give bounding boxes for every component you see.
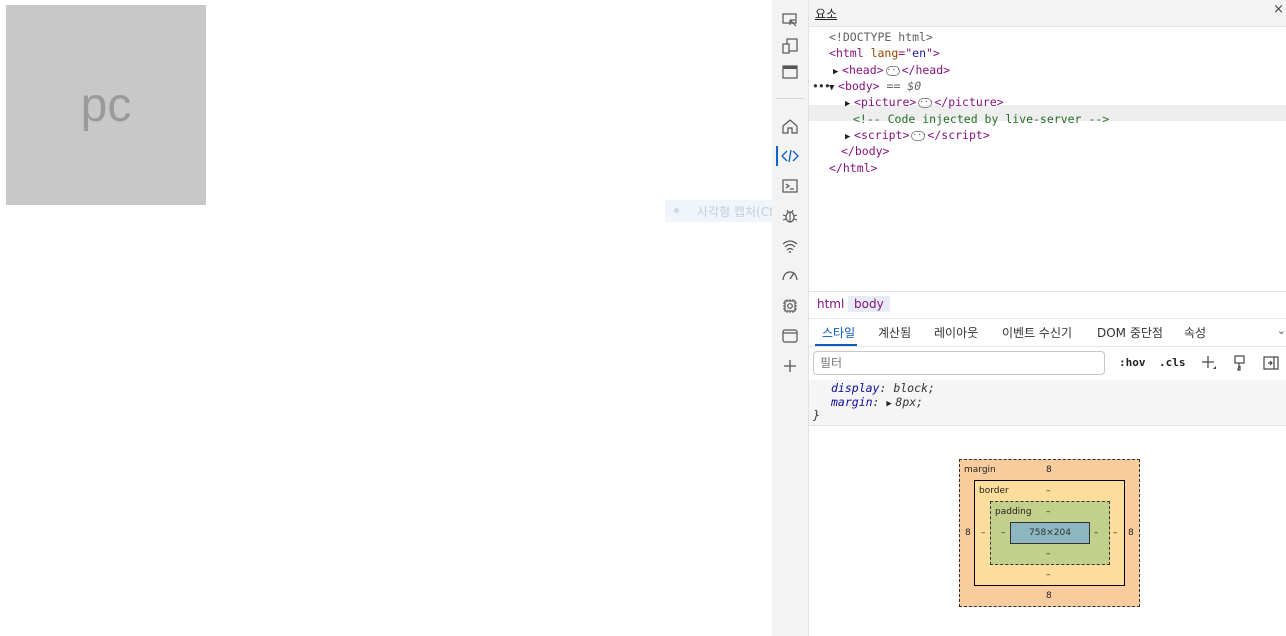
margin-right-value[interactable]: 8 bbox=[1128, 528, 1134, 538]
activity-separator bbox=[776, 98, 804, 99]
row-menu-ellipsis[interactable]: ••• bbox=[812, 78, 831, 94]
padding-bottom-value[interactable]: – bbox=[1046, 549, 1051, 559]
style-declaration-margin[interactable]: margin: ▶ 8px; bbox=[831, 394, 923, 410]
tab-styles[interactable]: 스타일 bbox=[822, 324, 855, 341]
tab-properties[interactable]: 속성 bbox=[1184, 324, 1206, 341]
elements-icon[interactable] bbox=[780, 146, 800, 166]
border-right-value[interactable]: – bbox=[1113, 528, 1118, 538]
body-node[interactable]: ▼ <body> == $0 bbox=[829, 78, 921, 94]
padding-right-value[interactable]: – bbox=[1094, 528, 1099, 538]
expand-triangle-icon[interactable]: ▶ bbox=[845, 96, 854, 112]
close-icon[interactable]: × bbox=[1273, 2, 1284, 17]
head-node[interactable]: ▶ <head> ···</head> bbox=[833, 62, 950, 78]
panel-title[interactable]: 요소 bbox=[815, 5, 837, 22]
paint-brush-icon[interactable] bbox=[1231, 354, 1249, 372]
margin-label: margin bbox=[964, 465, 996, 475]
console-icon[interactable] bbox=[780, 176, 800, 196]
styles-pane: display: block; margin: ▶ 8px; } bbox=[809, 380, 1286, 426]
margin-top-value[interactable]: 8 bbox=[1046, 465, 1052, 475]
rule-closing-brace: } bbox=[813, 408, 820, 422]
breadcrumb: html body bbox=[809, 291, 1286, 319]
margin-bottom-value[interactable]: 8 bbox=[1046, 591, 1052, 601]
breadcrumb-html[interactable]: html bbox=[811, 296, 850, 312]
inspect-icon[interactable] bbox=[780, 10, 800, 30]
filter-input[interactable] bbox=[813, 351, 1105, 375]
border-bottom-value[interactable]: – bbox=[1046, 570, 1051, 580]
collapsed-ellipsis-icon[interactable]: ··· bbox=[911, 130, 927, 141]
more-tools-icon[interactable] bbox=[780, 356, 800, 376]
performance-icon[interactable] bbox=[780, 266, 800, 286]
toggle-panel-icon[interactable] bbox=[780, 62, 800, 82]
pc-label: pc bbox=[80, 78, 132, 132]
tab-computed[interactable]: 계산됨 bbox=[878, 324, 911, 341]
border-left-value[interactable]: – bbox=[981, 528, 986, 538]
comment-node[interactable]: <!-- Code injected by live-server --> bbox=[853, 111, 1109, 127]
collapse-triangle-icon[interactable]: ▼ bbox=[829, 80, 838, 96]
margin-left-value[interactable]: 8 bbox=[965, 528, 971, 538]
picture-node[interactable]: ▶ <picture> ···</picture> bbox=[845, 94, 1004, 110]
snip-dot bbox=[674, 208, 679, 213]
styles-toolbar: :hov .cls bbox=[809, 346, 1286, 380]
html-open-node[interactable]: <html lang="en"> bbox=[829, 45, 940, 61]
network-wifi-icon[interactable] bbox=[780, 236, 800, 256]
padding-top-value[interactable]: – bbox=[1046, 507, 1051, 517]
device-emulation-icon[interactable] bbox=[780, 36, 800, 56]
sources-bug-icon[interactable] bbox=[780, 206, 800, 226]
new-style-rule-icon[interactable] bbox=[1200, 354, 1218, 372]
styles-tab-bar: 스타일 계산됨 레이아웃 이벤트 수신기 DOM 중단점 속성 ⌄ bbox=[809, 318, 1286, 347]
body-close-node[interactable]: </body> bbox=[841, 143, 889, 159]
pc-placeholder-image: pc bbox=[6, 5, 206, 205]
padding-left-value[interactable]: – bbox=[1001, 528, 1006, 538]
active-indicator bbox=[776, 146, 778, 166]
border-label: border bbox=[979, 486, 1009, 496]
doctype-node[interactable]: <!DOCTYPE html> bbox=[829, 29, 933, 45]
hov-button[interactable]: :hov bbox=[1119, 356, 1146, 369]
collapsed-ellipsis-icon[interactable]: ··· bbox=[918, 97, 934, 108]
breadcrumb-body[interactable]: body bbox=[848, 296, 890, 312]
tab-event-listeners[interactable]: 이벤트 수신기 bbox=[1002, 324, 1072, 341]
border-top-value[interactable]: – bbox=[1046, 486, 1051, 496]
tab-layout[interactable]: 레이아웃 bbox=[934, 324, 978, 341]
script-node[interactable]: ▶ <script> ···</script> bbox=[845, 127, 990, 143]
panel-header: 요소 × bbox=[809, 0, 1286, 27]
toggle-sidebar-icon[interactable] bbox=[1262, 354, 1280, 372]
collapsed-ellipsis-icon[interactable]: ··· bbox=[885, 65, 901, 76]
box-model-content[interactable]: 758×204 bbox=[1010, 522, 1090, 544]
application-icon[interactable] bbox=[780, 326, 800, 346]
html-close-node[interactable]: </html> bbox=[829, 160, 877, 176]
padding-label: padding bbox=[995, 507, 1032, 517]
welcome-home-icon[interactable] bbox=[780, 116, 800, 136]
chevron-down-icon[interactable]: ⌄ bbox=[1277, 324, 1286, 337]
dom-tree: <!DOCTYPE html> <html lang="en"> ▶ <head>… bbox=[809, 27, 1286, 291]
cls-button[interactable]: .cls bbox=[1159, 356, 1186, 369]
devtools-activity-bar bbox=[772, 0, 809, 636]
tab-dom-breakpoints[interactable]: DOM 중단점 bbox=[1097, 324, 1163, 341]
memory-settings-icon[interactable] bbox=[780, 296, 800, 316]
